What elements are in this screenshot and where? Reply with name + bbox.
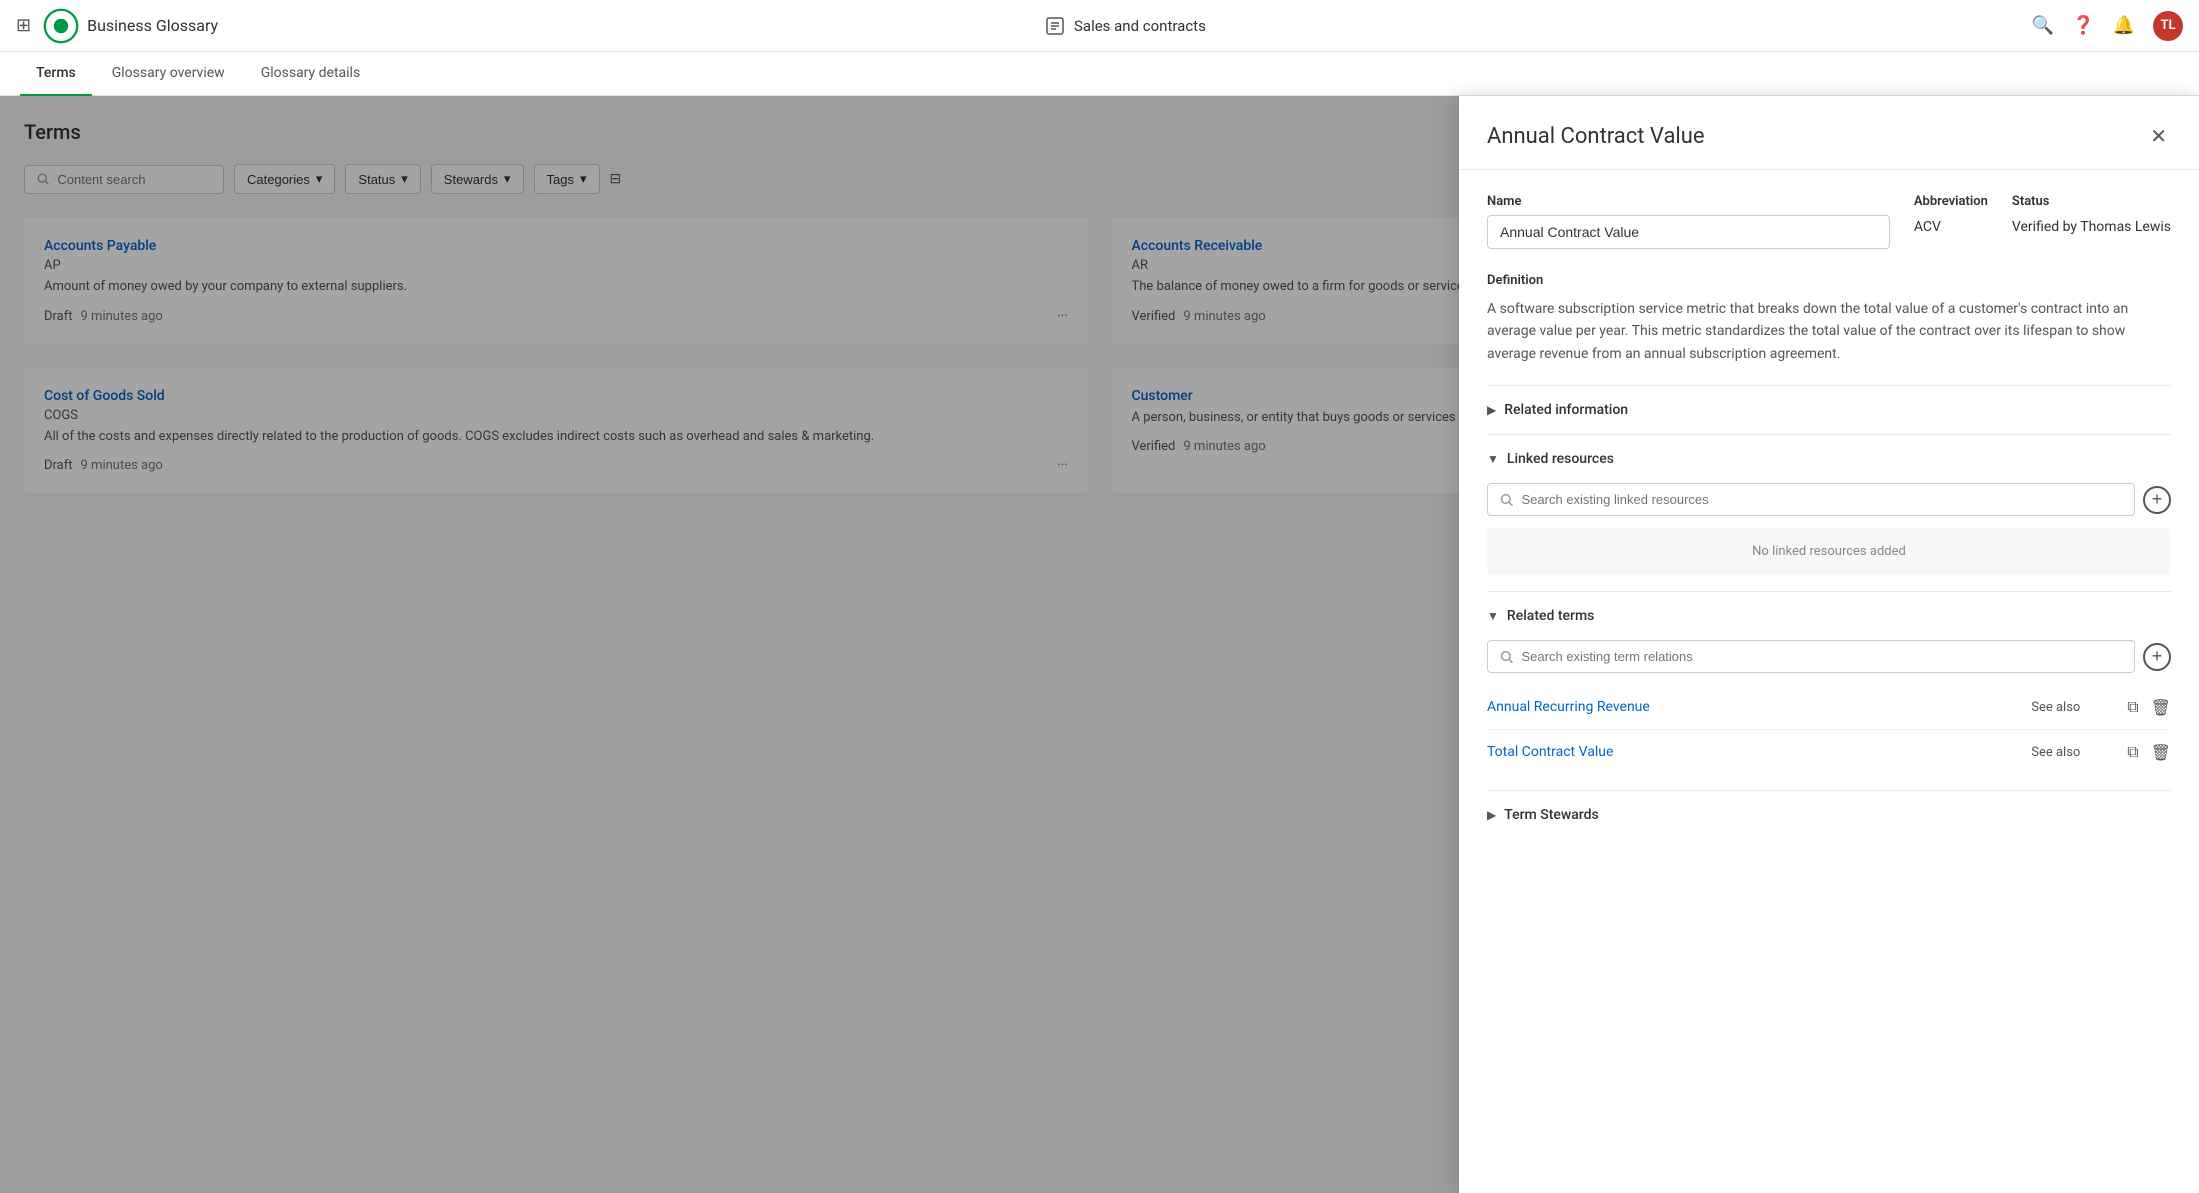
right-icons: 🔍 ❓ 🔔 TL bbox=[2032, 11, 2183, 41]
main-layout: Terms Categories ▾ Status ▾ Stewards ▾ bbox=[0, 96, 2199, 1193]
side-panel-body: Name Abbreviation ACV Status Verified by… bbox=[1459, 170, 2199, 1193]
related-terms-list: Annual Recurring Revenue See also ⧉ 🗑 To… bbox=[1487, 685, 2171, 774]
tab-terms[interactable]: Terms bbox=[20, 52, 92, 96]
term-stewards-section: ▶ Term Stewards bbox=[1487, 790, 2171, 839]
related-term-actions-tcv: ⧉ 🗑 bbox=[2127, 742, 2171, 762]
status-field-label: Status bbox=[2012, 194, 2171, 209]
linked-resources-section: ▼ Linked resources + No bbox=[1487, 434, 2171, 591]
definition-section: Definition A software subscription servi… bbox=[1487, 273, 2171, 365]
status-field-group: Status Verified by Thomas Lewis bbox=[2012, 194, 2171, 235]
related-information-header[interactable]: ▶ Related information bbox=[1487, 402, 2171, 418]
name-field-group: Name bbox=[1487, 194, 1890, 249]
side-panel-title: Annual Contract Value bbox=[1487, 124, 1705, 149]
linked-resources-search-icon bbox=[1500, 493, 1514, 507]
search-icon[interactable]: 🔍 bbox=[2032, 15, 2054, 36]
related-terms-search-row: + bbox=[1487, 640, 2171, 673]
copy-icon-tcv[interactable]: ⧉ bbox=[2127, 742, 2138, 762]
related-terms-header[interactable]: ▼ Related terms bbox=[1487, 608, 2171, 624]
related-term-type-arr: See also bbox=[2031, 700, 2111, 715]
related-term-name-arr[interactable]: Annual Recurring Revenue bbox=[1487, 699, 2015, 715]
app-name: Business Glossary bbox=[87, 16, 218, 35]
term-stewards-header[interactable]: ▶ Term Stewards bbox=[1487, 807, 2171, 823]
related-term-type-tcv: See also bbox=[2031, 745, 2111, 760]
related-terms-label: Related terms bbox=[1507, 608, 1594, 624]
add-linked-resource-button[interactable]: + bbox=[2143, 486, 2171, 514]
name-field-label: Name bbox=[1487, 194, 1890, 209]
linked-resources-content: + No linked resources added bbox=[1487, 467, 2171, 575]
fields-row: Name Abbreviation ACV Status Verified by… bbox=[1487, 194, 2171, 249]
delete-icon-arr[interactable]: 🗑 bbox=[2151, 698, 2171, 717]
close-button[interactable]: ✕ bbox=[2146, 120, 2171, 153]
related-terms-section: ▼ Related terms + bbox=[1487, 591, 2171, 790]
tab-glossary-details[interactable]: Glossary details bbox=[245, 52, 377, 96]
related-term-name-tcv[interactable]: Total Contract Value bbox=[1487, 744, 2015, 760]
linked-resources-search-input[interactable] bbox=[1522, 492, 2122, 507]
related-information-label: Related information bbox=[1504, 402, 1628, 418]
abbreviation-field-value: ACV bbox=[1914, 215, 1988, 235]
chevron-down-icon-related: ▼ bbox=[1487, 609, 1499, 623]
center-section: Sales and contracts bbox=[1044, 15, 1206, 37]
abbreviation-field-label: Abbreviation bbox=[1914, 194, 1988, 209]
chevron-right-icon: ▶ bbox=[1487, 403, 1496, 417]
related-term-row-tcv: Total Contract Value See also ⧉ 🗑 bbox=[1487, 730, 2171, 774]
qlik-logo bbox=[43, 8, 79, 44]
related-terms-search[interactable] bbox=[1487, 640, 2135, 673]
chevron-right-icon-stewards: ▶ bbox=[1487, 808, 1496, 822]
linked-resources-search-row: + bbox=[1487, 483, 2171, 516]
definition-label: Definition bbox=[1487, 273, 2171, 288]
side-panel: Annual Contract Value ✕ Name Abbreviatio… bbox=[1459, 96, 2199, 1193]
term-stewards-label: Term Stewards bbox=[1504, 807, 1599, 823]
grid-icon[interactable]: ⊞ bbox=[16, 15, 31, 36]
top-nav: ⊞ Business Glossary Sales and contracts … bbox=[0, 0, 2199, 52]
avatar[interactable]: TL bbox=[2153, 11, 2183, 41]
no-resources-message: No linked resources added bbox=[1487, 528, 2171, 575]
logo: Business Glossary bbox=[43, 8, 218, 44]
related-terms-content: + Annual Recurring Revenue See also ⧉ 🗑 bbox=[1487, 624, 2171, 774]
linked-resources-header[interactable]: ▼ Linked resources bbox=[1487, 451, 2171, 467]
glossary-icon bbox=[1044, 15, 1066, 37]
status-field-value: Verified by Thomas Lewis bbox=[2012, 215, 2171, 235]
delete-icon-tcv[interactable]: 🗑 bbox=[2151, 743, 2171, 762]
copy-icon-arr[interactable]: ⧉ bbox=[2127, 697, 2138, 717]
definition-text: A software subscription service metric t… bbox=[1487, 298, 2171, 365]
add-related-term-button[interactable]: + bbox=[2143, 643, 2171, 671]
name-field-input[interactable] bbox=[1487, 215, 1890, 249]
abbreviation-field-group: Abbreviation ACV bbox=[1914, 194, 1988, 235]
related-terms-search-input[interactable] bbox=[1522, 649, 2122, 664]
related-term-row-arr: Annual Recurring Revenue See also ⧉ 🗑 bbox=[1487, 685, 2171, 730]
linked-resources-label: Linked resources bbox=[1507, 451, 1614, 467]
chevron-down-icon-linked: ▼ bbox=[1487, 452, 1499, 466]
tab-bar: Terms Glossary overview Glossary details bbox=[0, 52, 2199, 96]
related-term-actions-arr: ⧉ 🗑 bbox=[2127, 697, 2171, 717]
tab-glossary-overview[interactable]: Glossary overview bbox=[96, 52, 241, 96]
help-icon[interactable]: ❓ bbox=[2072, 15, 2094, 36]
center-label: Sales and contracts bbox=[1074, 17, 1206, 35]
linked-resources-search[interactable] bbox=[1487, 483, 2135, 516]
side-panel-header: Annual Contract Value ✕ bbox=[1459, 96, 2199, 170]
related-information-section: ▶ Related information bbox=[1487, 385, 2171, 434]
related-terms-search-icon bbox=[1500, 650, 1514, 664]
notifications-icon[interactable]: 🔔 bbox=[2113, 15, 2135, 36]
